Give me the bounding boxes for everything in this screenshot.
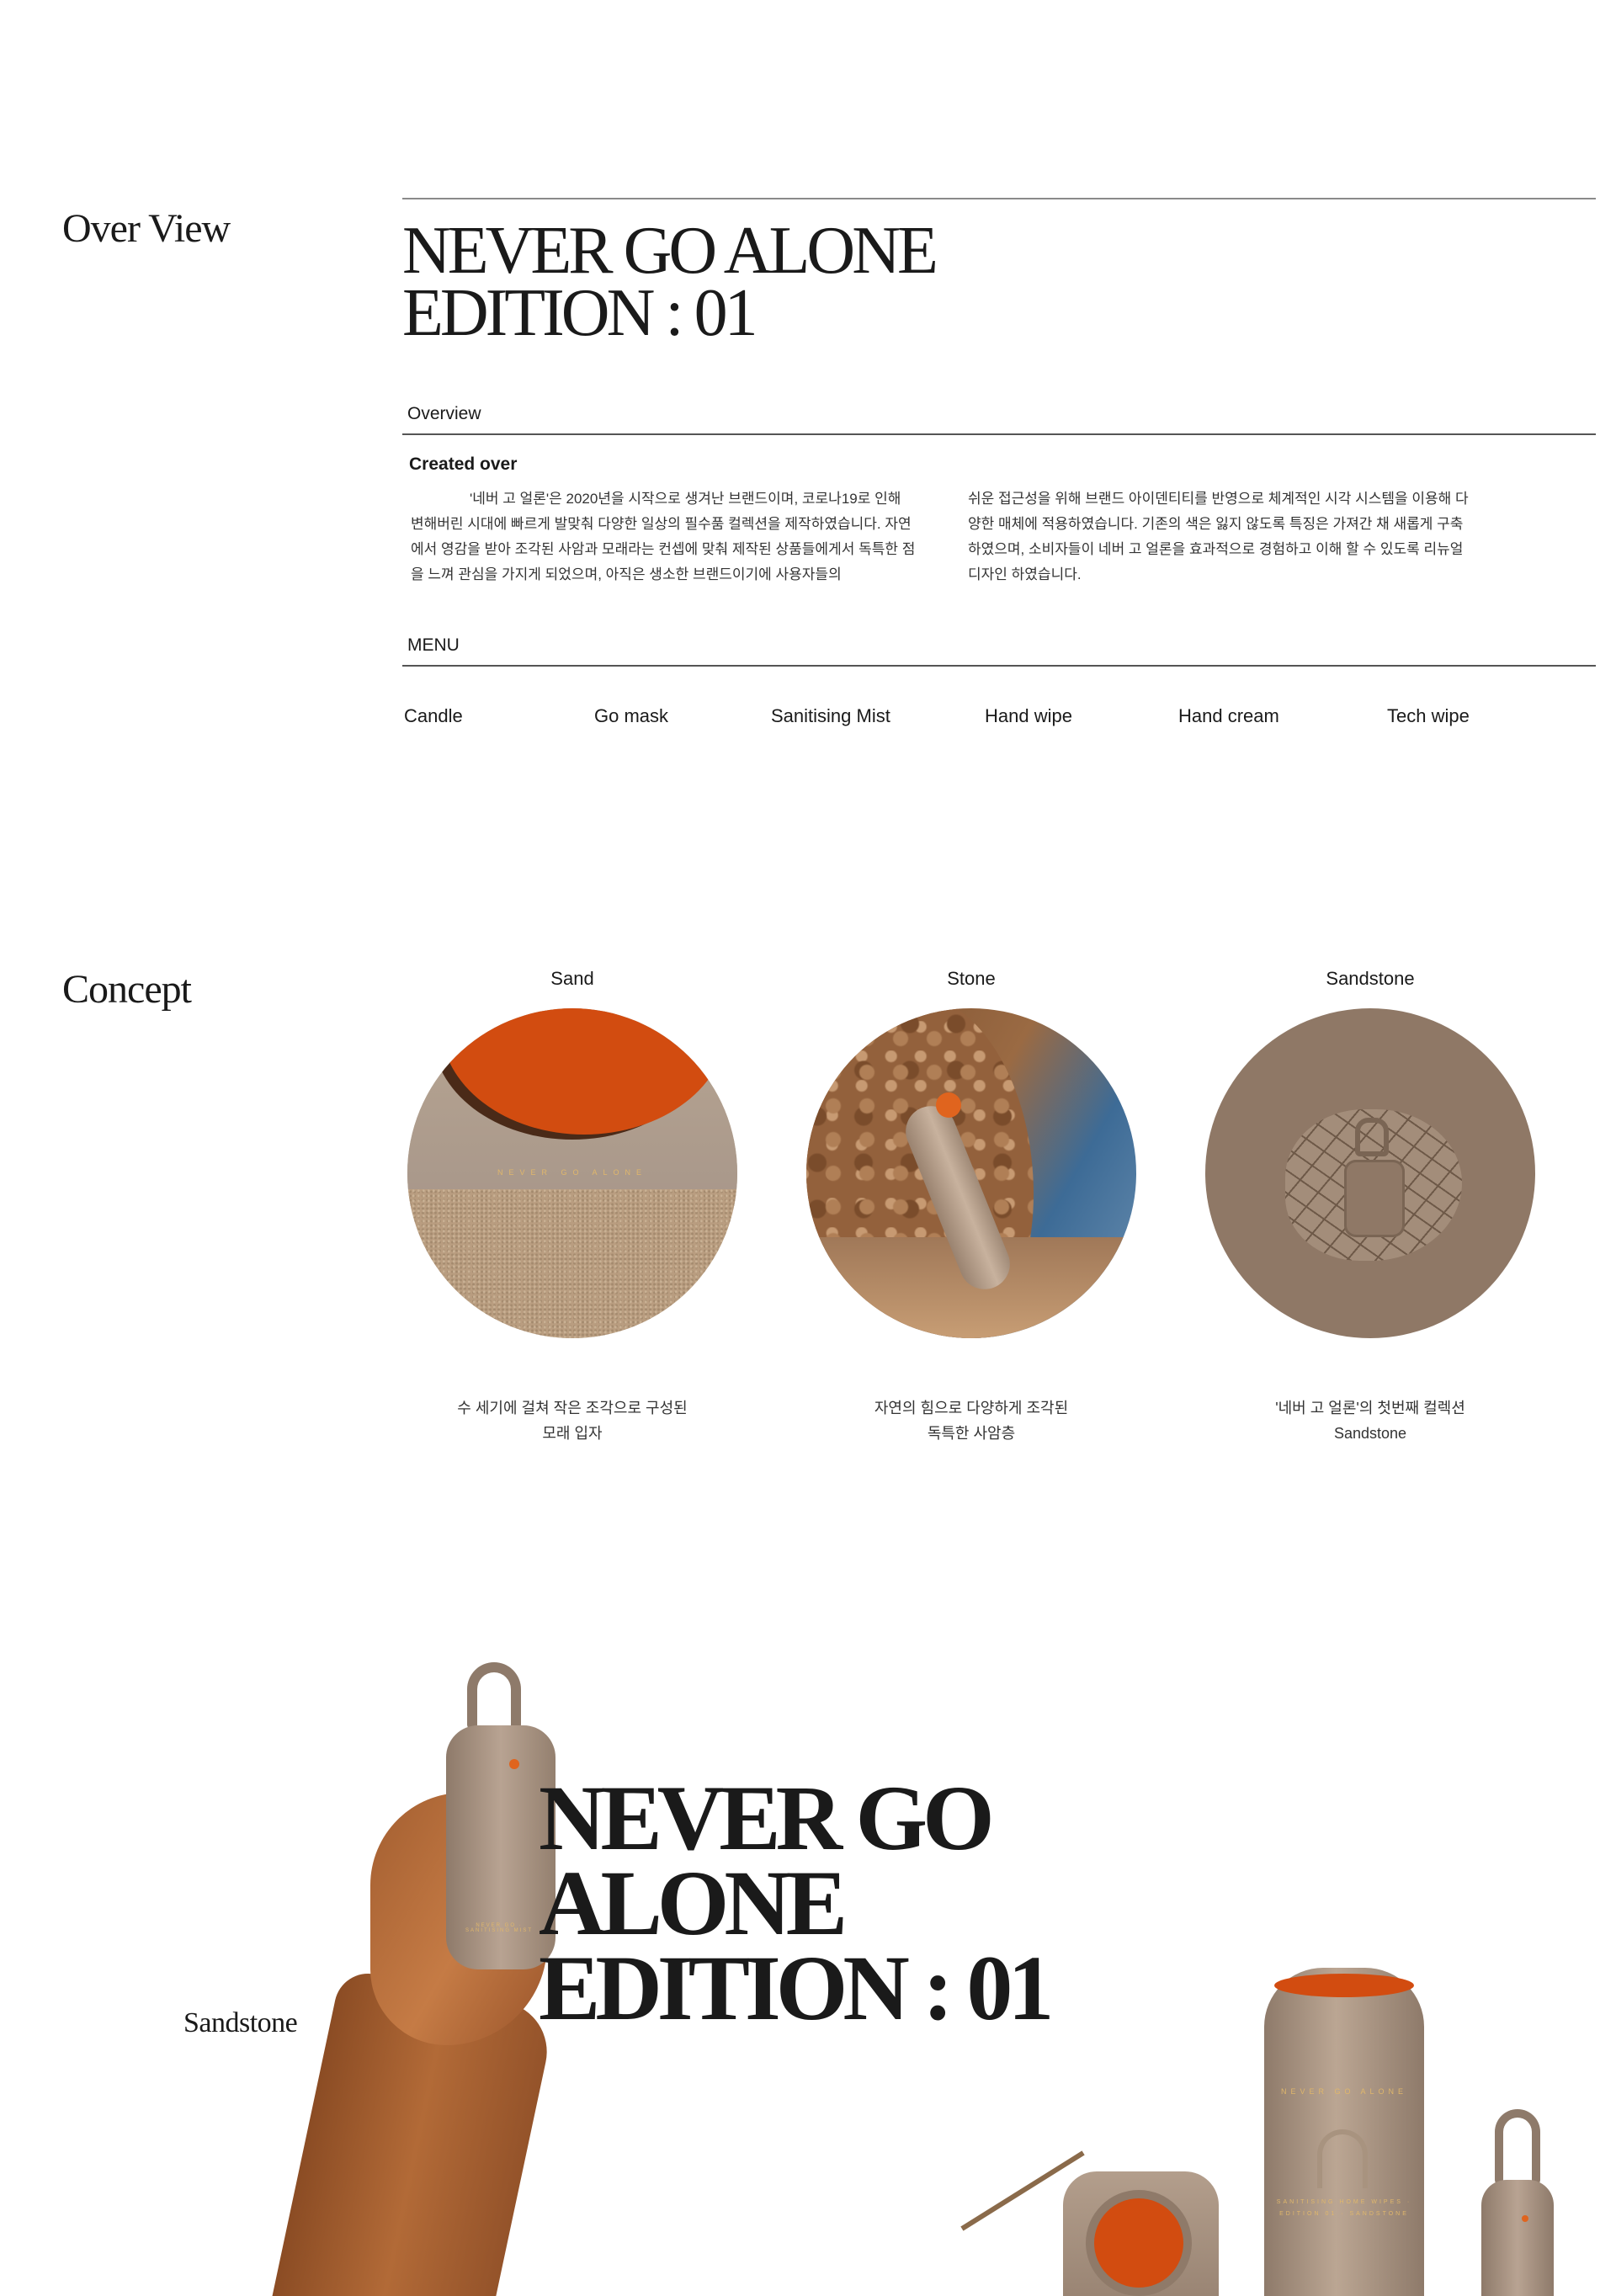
divider — [402, 665, 1596, 667]
menu-nav: Candle Go mask Sanitising Mist Hand wipe… — [0, 705, 1616, 739]
concept-card-stone: Stone 자연의 힘으로 다양하게 조각된 독특한 사암층 — [803, 968, 1140, 1446]
concept-card-sand: Sand NEVER GO ALONE 수 세기에 걸쳐 작은 조각으로 구성된… — [404, 968, 741, 1446]
small-bottle-nozzle — [1522, 2215, 1528, 2222]
concept-title: Stone — [947, 968, 996, 989]
page-title: NEVER GO ALONE EDITION : 01 — [402, 214, 938, 350]
concept-caption: 자연의 힘으로 다양하게 조각된 독특한 사암층 — [803, 1395, 1140, 1446]
caption-line: 자연의 힘으로 다양하게 조각된 — [874, 1400, 1069, 1416]
concept-card-sandstone: Sandstone '네버 고 얼론'의 첫번째 컬렉션 Sandstone — [1202, 968, 1539, 1446]
mask-case-disc — [1094, 2198, 1183, 2288]
wipes-tube-cap — [1274, 1974, 1414, 1997]
caption-line: Sandstone — [1333, 1425, 1407, 1442]
menu-item-sanitising-mist[interactable]: Sanitising Mist — [771, 705, 890, 727]
tube-sub-label: SANITISING HOME WIPES · EDITION 01 · SAN… — [1276, 2199, 1412, 2217]
overview-section-heading: Over View — [62, 206, 231, 251]
hero-title-line: ALONE — [539, 1852, 848, 1955]
arch-logo-icon — [1317, 2129, 1368, 2188]
sand-image: NEVER GO ALONE — [407, 1008, 737, 1338]
concept-caption: 수 세기에 걸쳐 작은 조각으로 구성된 모래 입자 — [404, 1395, 741, 1446]
sandstone-image — [1205, 1008, 1535, 1338]
small-bottle-image — [1481, 2180, 1554, 2296]
menu-label: MENU — [407, 635, 460, 655]
collection-label: Sandstone — [183, 2007, 298, 2038]
divider — [402, 198, 1596, 199]
hero-title-line: NEVER GO — [539, 1767, 995, 1869]
concept-caption: '네버 고 얼론'의 첫번째 컬렉션 Sandstone — [1202, 1395, 1539, 1446]
small-bottle-loop — [1495, 2109, 1540, 2185]
menu-item-candle[interactable]: Candle — [404, 705, 463, 727]
concept-section-heading: Concept — [62, 967, 192, 1012]
caption-line: 수 세기에 걸쳐 작은 조각으로 구성된 — [457, 1400, 688, 1416]
overview-paragraph-right: 쉬운 접근성을 위해 브랜드 아이덴티티를 반영으로 체계적인 시각 시스템을 … — [968, 491, 1469, 582]
caption-line: '네버 고 얼론'의 첫번째 컬렉션 — [1275, 1400, 1465, 1416]
concept-title: Sand — [550, 968, 594, 989]
menu-item-hand-cream[interactable]: Hand cream — [1178, 705, 1279, 727]
tube-label: NEVER GO ALONE — [1280, 2087, 1408, 2096]
caption-line: 모래 입자 — [542, 1425, 603, 1442]
title-line: EDITION : 01 — [402, 275, 758, 350]
menu-item-tech-wipe[interactable]: Tech wipe — [1387, 705, 1470, 727]
overview-paragraph-left: '네버 고 얼론'은 2020년을 시작으로 생겨난 브랜드이며, 코로나19로… — [411, 491, 916, 582]
menu-item-go-mask[interactable]: Go mask — [594, 705, 668, 727]
bottle-nozzle — [509, 1759, 519, 1769]
divider — [402, 433, 1596, 435]
concept-title: Sandstone — [1326, 968, 1415, 989]
bottle-loop — [467, 1662, 521, 1730]
overview-label: Overview — [407, 404, 481, 423]
product-label: NEVER GO ALONE — [497, 1168, 648, 1177]
caption-line: 독특한 사암층 — [927, 1425, 1016, 1442]
hero-title: NEVER GO ALONE EDITION : 01 — [539, 1767, 1054, 2040]
hero-title-line: EDITION : 01 — [539, 1937, 1054, 2040]
stone-image — [806, 1008, 1136, 1338]
bottle-label: NEVER GO · SANITISING MIST — [465, 1923, 533, 1933]
menu-item-hand-wipe[interactable]: Hand wipe — [985, 705, 1072, 727]
created-over-heading: Created over — [409, 454, 518, 474]
title-line: NEVER GO ALONE — [402, 214, 938, 288]
